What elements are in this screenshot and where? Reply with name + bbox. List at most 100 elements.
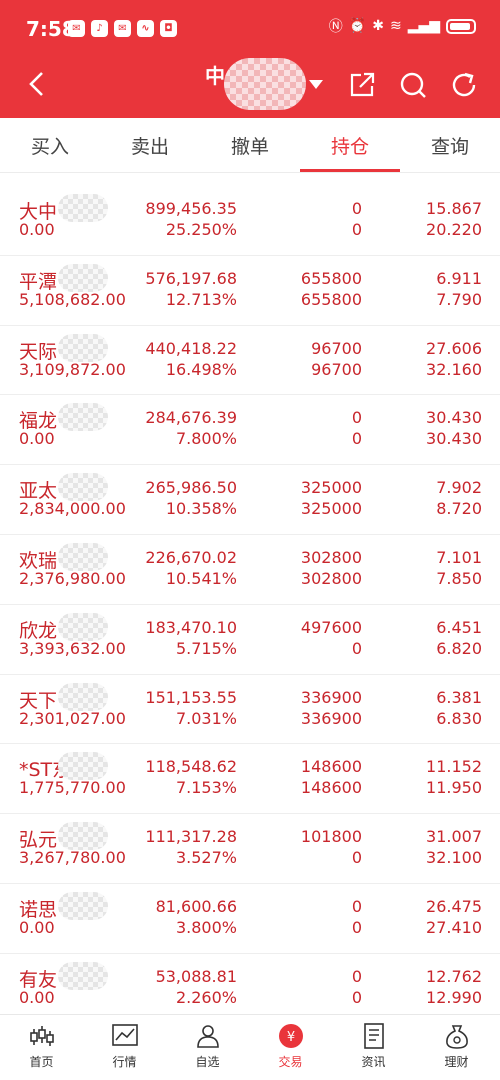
holding-market-value: 899,456.35 (145, 199, 237, 218)
holding-shares: 336900 (300, 687, 362, 707)
dropdown-caret-icon[interactable] (309, 80, 323, 89)
masked-stock-name (58, 612, 108, 641)
holding-row[interactable]: 大中 0.00 899,456.35 25.250% 0 0 15.867 20.220 (0, 186, 500, 256)
holding-row[interactable]: 欢瑞 2,376,980.00 226,670.02 10.541% 302800 302… (0, 535, 500, 605)
signal-app-icon: ∿ (137, 20, 154, 37)
holding-cost-price: 32.160 (426, 359, 482, 379)
holding-cost: 2,301,027.00 (19, 708, 126, 728)
holding-cost-price: 32.100 (426, 848, 482, 868)
tab-positions[interactable]: 持仓 (300, 132, 400, 159)
holding-shares: 0 (351, 966, 362, 986)
holding-cost-price: 7.790 (436, 289, 482, 309)
holding-current-price: 7.902 (436, 478, 482, 498)
holding-cost: 5,108,682.00 (19, 289, 126, 309)
holding-cost-price: 27.410 (426, 917, 482, 937)
nav-label: 自选 (195, 1055, 220, 1069)
holding-available: 0 (351, 848, 362, 868)
tab-sell[interactable]: 卖出 (100, 132, 200, 159)
masked-stock-name (58, 682, 108, 711)
holding-cost: 1,775,770.00 (19, 778, 126, 798)
holding-ratio: 25.250% (165, 220, 237, 239)
nav-wealth[interactable]: 理财 (415, 1023, 498, 1070)
nav-watchlist[interactable]: 自选 (166, 1023, 249, 1070)
battery-icon (446, 18, 476, 34)
tab-cancel-order[interactable]: 撤单 (200, 132, 300, 159)
holding-available: 0 (351, 987, 362, 1007)
holding-shares: 497600 (300, 617, 362, 637)
document-icon (363, 1023, 384, 1049)
tab-query[interactable]: 查询 (400, 132, 500, 159)
holding-shares: 302800 (300, 547, 362, 567)
holding-market-value: 226,670.02 (145, 547, 237, 567)
nav-news[interactable]: 资讯 (332, 1023, 415, 1070)
app-notification-icon: ✉ (68, 20, 85, 37)
holding-row[interactable]: 天下 2,301,027.00 151,153.55 7.031% 336900 3369… (0, 675, 500, 745)
candlestick-icon (29, 1026, 54, 1046)
holding-row[interactable]: *ST东 1,775,770.00 118,548.62 7.153% 148600 14… (0, 744, 500, 815)
holding-available: 0 (351, 429, 362, 449)
holding-ratio: 3.800% (175, 917, 237, 937)
holding-row[interactable]: 欣龙 3,393,632.00 183,470.10 5.715% 497600 0 6.4… (0, 605, 500, 675)
status-bar: 7:58 ✉ ♪ ✉ ∿ ◘ Ⓝ ⏰ ✱ ≋ ▂▄▆ (0, 0, 500, 56)
holding-row[interactable]: 天际 3,109,872.00 440,418.22 16.498% 96700 9670… (0, 326, 500, 396)
holding-ratio: 10.358% (165, 499, 237, 519)
back-arrow-icon[interactable] (24, 70, 52, 98)
nav-trade[interactable]: ¥ 交易 (249, 1023, 332, 1070)
header-bar: 7:58 ✉ ♪ ✉ ∿ ◘ Ⓝ ⏰ ✱ ≋ ▂▄▆ 中 (0, 0, 500, 118)
trade-tabs: 买入 卖出 撤单 持仓 查询 (0, 118, 500, 173)
holding-ratio: 7.153% (175, 778, 237, 798)
holding-available: 336900 (300, 708, 362, 728)
bluetooth-icon: ✱ (372, 18, 384, 34)
holding-row[interactable]: 平潭 5,108,682.00 576,197.68 12.713% 655800 655… (0, 256, 500, 326)
holding-current-price: 12.762 (426, 966, 482, 986)
masked-account-name (224, 58, 306, 110)
holding-available: 325000 (300, 499, 362, 519)
holding-shares: 0 (351, 408, 362, 428)
holding-ratio: 2.260% (175, 987, 237, 1007)
holding-shares: 0 (351, 199, 362, 218)
holding-ratio: 7.031% (175, 708, 237, 728)
holding-cost: 3,109,872.00 (19, 359, 126, 379)
nav-market[interactable]: 行情 (83, 1023, 166, 1070)
holding-current-price: 11.152 (426, 757, 482, 777)
holding-row[interactable]: 弘元 3,267,780.00 111,317.28 3.527% 101800 0 31.… (0, 814, 500, 884)
holding-market-value: 183,470.10 (145, 617, 237, 637)
holding-shares: 0 (351, 896, 362, 916)
account-title[interactable]: 中 (205, 60, 225, 89)
holding-available: 96700 (311, 359, 362, 379)
masked-stock-name (58, 822, 108, 851)
holding-available: 0 (351, 917, 362, 937)
masked-stock-name (58, 891, 108, 920)
holding-ratio: 3.527% (175, 848, 237, 868)
holding-current-price: 6.381 (436, 687, 482, 707)
holding-ratio: 16.498% (165, 359, 237, 379)
svg-text:¥: ¥ (286, 1030, 294, 1045)
holding-row[interactable]: 亚太 2,834,000.00 265,986.50 10.358% 325000 325… (0, 465, 500, 535)
tab-buy[interactable]: 买入 (0, 132, 100, 159)
refresh-icon[interactable] (449, 70, 479, 100)
holding-market-value: 440,418.22 (145, 338, 237, 358)
masked-stock-name (58, 752, 108, 781)
active-tab-indicator (300, 169, 400, 172)
share-icon[interactable] (347, 70, 377, 100)
holding-row[interactable]: 诺思 0.00 81,600.66 3.800% 0 0 26.475 27.410 (0, 884, 500, 954)
holding-shares: 148600 (300, 757, 362, 777)
search-icon[interactable] (398, 70, 428, 100)
holding-current-price: 31.007 (426, 827, 482, 847)
holding-market-value: 118,548.62 (145, 757, 237, 777)
holding-market-value: 151,153.55 (145, 687, 237, 707)
masked-stock-name (58, 473, 108, 502)
holding-available: 0 (351, 638, 362, 658)
holding-current-price: 7.101 (436, 547, 482, 567)
nav-label: 交易 (278, 1055, 303, 1069)
holding-available: 148600 (300, 778, 362, 798)
holding-cost-price: 12.990 (426, 987, 482, 1007)
holding-cost: 0.00 (19, 220, 55, 239)
holding-cost-price: 7.850 (436, 568, 482, 588)
holding-current-price: 26.475 (426, 896, 482, 916)
nav-label: 理财 (444, 1055, 469, 1069)
masked-stock-name (58, 263, 108, 292)
holding-row[interactable]: 福龙 0.00 284,676.39 7.800% 0 0 30.430 30.430 (0, 395, 500, 466)
holding-cost: 0.00 (19, 987, 55, 1007)
nav-home[interactable]: 首页 (0, 1023, 83, 1070)
